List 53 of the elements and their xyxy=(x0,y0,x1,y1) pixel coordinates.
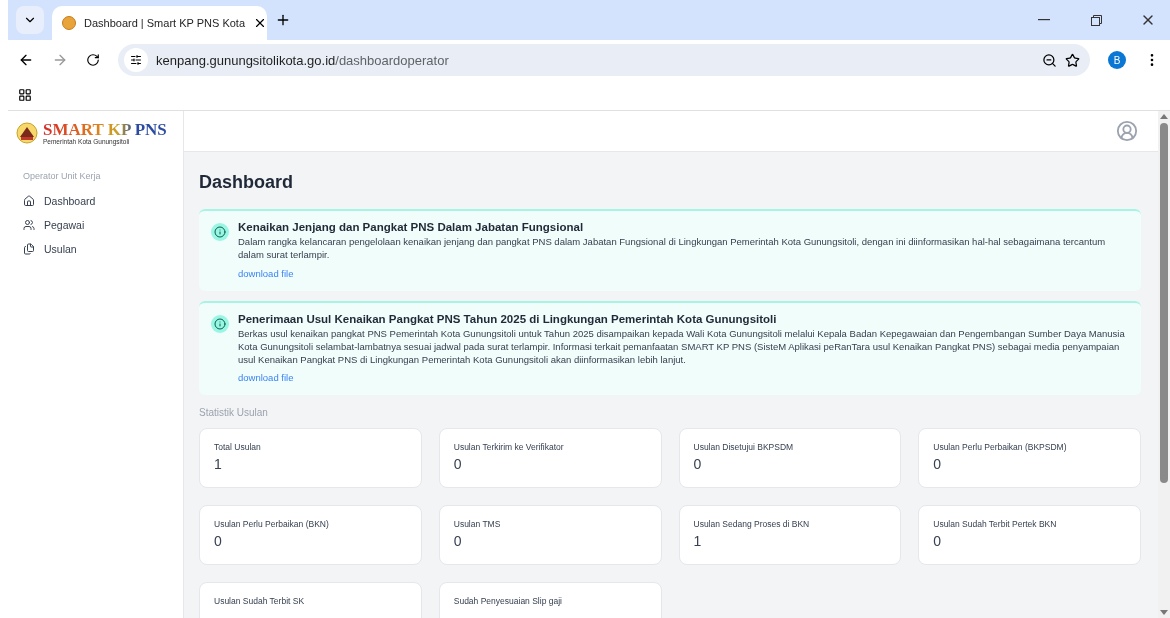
stat-label: Usulan TMS xyxy=(453,519,502,530)
stat-label: Usulan Perlu Perbaikan (BKN) xyxy=(214,519,330,530)
minimize-icon[interactable] xyxy=(1038,19,1050,21)
stat-label: Usulan Perlu Perbaikan (BKPSDM) xyxy=(933,442,1068,453)
stat-value: 0 xyxy=(933,533,943,550)
info-icon xyxy=(211,223,229,241)
stat-label: Usulan Terkirim ke Verifikator xyxy=(453,442,565,453)
emblem-icon xyxy=(16,122,38,144)
stat-label: Usulan Sedang Proses di BKN xyxy=(693,519,811,530)
users-icon xyxy=(23,219,35,231)
stat-label: Sudah Penyesuaian Slip gaji xyxy=(453,596,563,607)
address-bar[interactable]: kenpang.gunungsitolikota.go.id/dashboardoperator xyxy=(118,44,1090,76)
download-link[interactable]: download file xyxy=(238,267,294,279)
info-icon xyxy=(211,314,229,333)
forward-icon[interactable] xyxy=(52,52,68,68)
reload-icon[interactable] xyxy=(86,53,100,67)
sidebar-section-label: Operator Unit Kerja xyxy=(23,171,102,181)
sidebar-item[interactable]: Pegawai xyxy=(16,213,183,237)
stat-label: Usulan Sudah Terbit Pertek BKN xyxy=(933,519,1058,530)
stat-value: 0 xyxy=(453,456,463,473)
close-icon[interactable] xyxy=(253,16,267,30)
sidebar-item[interactable]: Usulan xyxy=(16,237,183,261)
download-link[interactable]: download file xyxy=(238,372,294,384)
back-icon[interactable] xyxy=(18,52,34,68)
stats-heading: Statistik Usulan xyxy=(199,407,269,419)
restore-icon[interactable] xyxy=(1090,14,1102,26)
announcement-title: Kenaikan Jenjang dan Pangkat PNS Dalam Jabatan Fungsional xyxy=(238,221,585,233)
new-tab-icon[interactable] xyxy=(275,12,291,28)
site-info-icon[interactable] xyxy=(124,48,148,72)
files-icon xyxy=(23,243,35,255)
site-favicon-icon xyxy=(62,16,76,30)
logo-title: SMART KP PNS xyxy=(43,121,167,138)
announcement-text: Berkas usul kenaikan pangkat PNS Pemerintah Kota Gunungsitoli untuk Tahun 2025 disampaikan kepada Wali Kota Gunungsitoli melalui Kepala Badan Kepegawaian dan Pengembangan Sumber Daya Manusia Kota Gunungsitoli selambat-lambatnya sesuai jadwal pada surat terlampir. Informasi terkait pemanfaatan SMART KP PNS (SisteM Aplikasi peRanTara usul Kenaikan Pangkat PNS) sebagai media penyampaian usul Kenaikan Pangkat PNS di Lingkungan Pemerintah Kota Gunungsitoli akan diinformasikan lebih lanjut. xyxy=(238,326,1126,367)
bookmark-star-icon[interactable] xyxy=(1065,52,1080,68)
scrollbar[interactable] xyxy=(1158,111,1170,618)
apps-grid-icon[interactable] xyxy=(18,88,32,102)
page-title: Dashboard xyxy=(199,172,295,193)
home-icon xyxy=(23,195,35,207)
stat-label: Usulan Sudah Terbit SK xyxy=(214,596,306,607)
profile-avatar[interactable]: B xyxy=(1108,51,1126,69)
stat-label: Usulan Disetujui BKPSDM xyxy=(693,442,795,453)
stat-value: 0 xyxy=(453,533,463,550)
stat-value: 0 xyxy=(214,533,223,550)
sidebar-item[interactable]: Dashboard xyxy=(16,189,183,213)
stat-value: 1 xyxy=(693,533,703,550)
stat-value: 0 xyxy=(933,456,943,473)
announcement-text: Dalam rangka kelancaran pengelolaan kenaikan jenjang dan pangkat PNS dalam Jabatan Fungsional di Lingkungan Pemerintah Kota Gunungsitoli, dengan ini diinformasikan hal-hal sebagaimana tercantum dalam surat terlampir. xyxy=(238,235,1107,262)
announcement-title: Penerimaan Usul Kenaikan Pangkat PNS Tahun 2025 di Lingkungan Pemerintah Kota Gunungsitoli xyxy=(238,312,778,325)
zoom-out-icon[interactable] xyxy=(1042,52,1057,68)
browser-tab[interactable]: Dashboard | Smart KP PNS Kota xyxy=(52,6,267,40)
stat-label: Total Usulan xyxy=(214,442,262,453)
stat-value: 0 xyxy=(693,456,703,473)
stat-value: 1 xyxy=(214,456,223,473)
